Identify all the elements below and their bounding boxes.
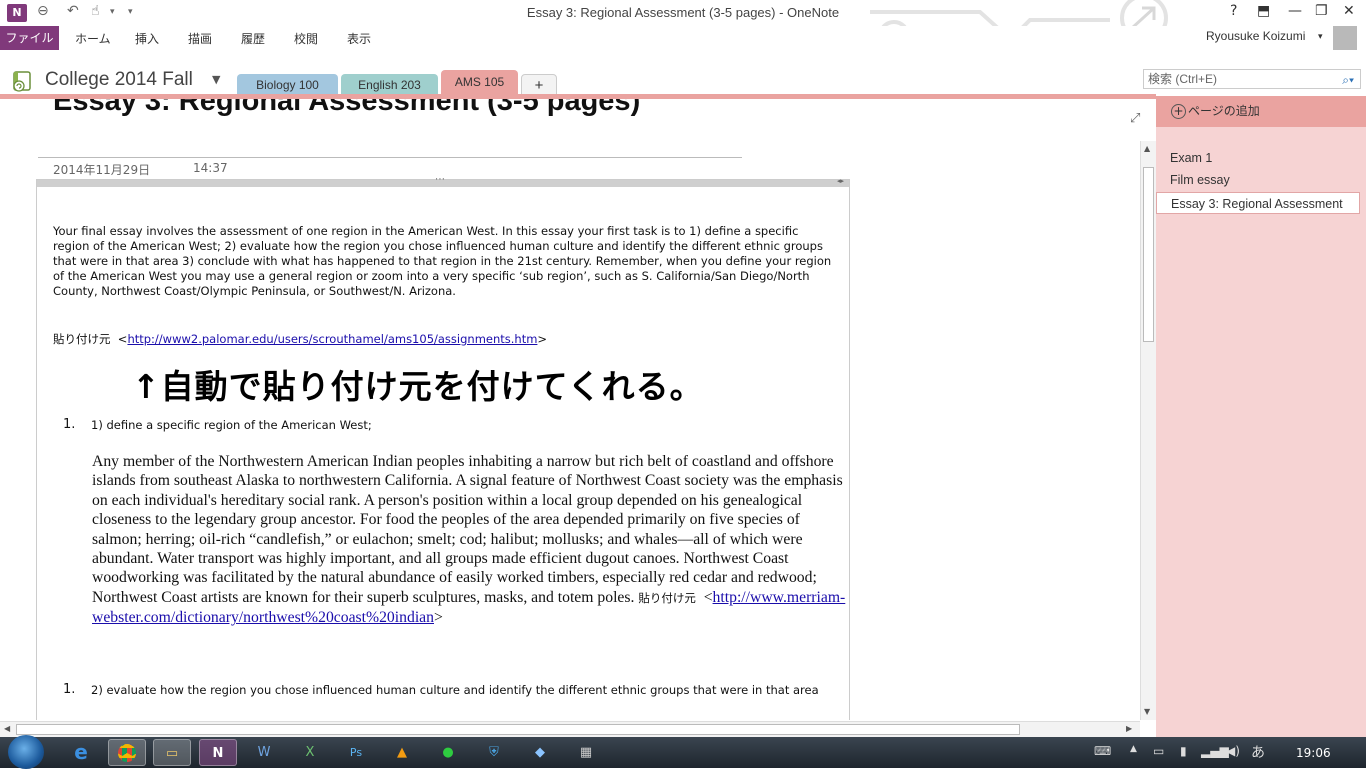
chevron-down-icon[interactable]: ▼ <box>212 73 220 86</box>
section-tab-ams[interactable]: AMS 105 <box>441 70 518 96</box>
ribbon-display-button[interactable]: ⬒ <box>1257 3 1270 19</box>
list-item-1-heading[interactable]: 1) define a specific region of the Ameri… <box>91 418 836 433</box>
section-tab-english[interactable]: English 203 <box>341 74 438 96</box>
item1-source-label: 貼り付け元 <box>638 590 696 605</box>
source-link[interactable]: http://www2.palomar.edu/users/scrouthame… <box>127 332 537 346</box>
avatar[interactable] <box>1333 26 1357 50</box>
notebook-name[interactable]: College 2014 Fall <box>45 69 193 91</box>
page-list-pane: + ページの追加 Exam 1 Film essay Essay 3: Regi… <box>1156 96 1366 737</box>
scroll-down-icon[interactable]: ▼ <box>1144 707 1150 716</box>
page-date: 2014年11月29日 <box>53 163 151 177</box>
list-item-2-heading[interactable]: 2) evaluate how the region you chose inf… <box>91 683 836 698</box>
add-page-label: ページの追加 <box>1188 104 1260 118</box>
note-container[interactable]: ⋯ ◂▸ Your final essay involves the asses… <box>36 174 850 720</box>
battery-icon[interactable]: ▮ <box>1180 744 1187 758</box>
ribbon-tabs: ファイル ホーム 挿入 描画 履歴 校閲 表示 Ryousuke Koizumi… <box>0 26 1366 50</box>
taskbar-clock[interactable]: 19:06 <box>1296 746 1331 760</box>
scroll-left-icon[interactable]: ◀ <box>4 724 10 733</box>
search-input[interactable]: 検索 (Ctrl+E) ⌕▾ <box>1143 69 1361 89</box>
add-page-button[interactable]: + ページの追加 <box>1156 96 1366 127</box>
help-button[interactable]: ? <box>1230 3 1237 19</box>
tray-expand-icon[interactable]: ▲ <box>1130 744 1137 754</box>
ime-indicator[interactable]: あ <box>1251 742 1265 762</box>
explorer-icon[interactable]: ▭ <box>153 739 191 766</box>
word-icon[interactable]: W <box>245 739 283 766</box>
list-number-2: 1. <box>63 682 76 697</box>
tab-view[interactable]: 表示 <box>347 30 371 47</box>
tab-insert[interactable]: 挿入 <box>135 30 159 47</box>
page-time: 14:37 <box>193 161 228 175</box>
source-label: 貼り付け元 <box>53 332 111 346</box>
photoshop-icon[interactable]: Ps <box>337 739 375 766</box>
app-icon[interactable]: ◆ <box>521 739 559 766</box>
drag-handle-icon[interactable]: ⋯ <box>435 174 445 185</box>
page-title[interactable]: Essay 3: Regional Assessment (3-5 pages) <box>53 99 753 119</box>
calculator-icon[interactable]: ▦ <box>567 739 605 766</box>
page-item-exam[interactable]: Exam 1 <box>1156 147 1360 169</box>
start-button[interactable] <box>8 735 44 769</box>
vlc-icon[interactable]: ▲ <box>383 739 421 766</box>
excel-icon[interactable]: X <box>291 739 329 766</box>
search-placeholder: 検索 (Ctrl+E) <box>1148 72 1218 86</box>
annotation-caption: ↑自動で貼り付け元を付けてくれる。 <box>132 367 704 406</box>
keyboard-icon[interactable]: ⌨ <box>1094 744 1111 758</box>
chrome-icon[interactable] <box>108 739 146 766</box>
intro-paragraph[interactable]: Your final essay involves the assessment… <box>53 224 838 299</box>
maximize-button[interactable]: ❐ <box>1315 3 1328 19</box>
tab-review[interactable]: 校閲 <box>294 30 318 47</box>
network-icon[interactable]: ▂▄▆ <box>1201 744 1229 758</box>
notebook-bar: College 2014 Fall ▼ Biology 100 English … <box>0 50 1366 96</box>
list-number-1: 1. <box>63 417 76 432</box>
list-item-1-body[interactable]: Any member of the Northwestern American … <box>92 452 848 628</box>
horizontal-scroll-thumb[interactable] <box>16 724 1020 735</box>
tab-file[interactable]: ファイル <box>0 26 59 50</box>
user-dropdown-icon[interactable]: ▾ <box>1318 32 1323 42</box>
minimize-button[interactable]: — <box>1288 3 1302 19</box>
notebook-icon[interactable] <box>11 70 35 94</box>
source-line: 貼り付け元 <http://www2.palomar.edu/users/scr… <box>53 332 548 346</box>
container-handle[interactable]: ⋯ ◂▸ <box>37 174 849 187</box>
volume-icon[interactable]: ◀) <box>1226 744 1240 758</box>
page-item-essay3[interactable]: Essay 3: Regional Assessment <box>1156 192 1360 214</box>
ie-icon[interactable]: e <box>62 739 100 766</box>
vertical-scrollbar[interactable]: ▲ ▼ <box>1140 141 1156 720</box>
add-icon: + <box>1171 104 1186 119</box>
title-underline <box>38 157 742 158</box>
tab-history[interactable]: 履歴 <box>241 30 265 47</box>
action-center-icon[interactable]: ▭ <box>1153 744 1164 758</box>
scroll-right-icon[interactable]: ▶ <box>1126 724 1132 733</box>
resize-handle-icon[interactable]: ◂▸ <box>837 177 844 185</box>
onenote-taskbar-icon[interactable]: N <box>199 739 237 766</box>
section-tab-biology[interactable]: Biology 100 <box>237 74 338 96</box>
page-canvas[interactable]: Essay 3: Regional Assessment (3-5 pages)… <box>0 99 1140 720</box>
close-button[interactable]: ✕ <box>1343 3 1355 19</box>
horizontal-scrollbar[interactable]: ◀ ▶ <box>0 721 1140 737</box>
item1-body-text: Any member of the Northwestern American … <box>92 453 843 606</box>
line-icon[interactable]: ● <box>429 739 467 766</box>
tab-draw[interactable]: 描画 <box>188 30 212 47</box>
security-shield-icon[interactable]: ⛨ <box>475 739 513 766</box>
user-name[interactable]: Ryousuke Koizumi <box>1206 29 1305 43</box>
vertical-scroll-thumb[interactable] <box>1143 167 1154 342</box>
taskbar: e ▭ N W X Ps ▲ ● ⛨ ◆ ▦ ⌨ ▲ ▭ ▮ ▂▄▆ ◀) あ … <box>0 735 1366 769</box>
scroll-up-icon[interactable]: ▲ <box>1144 144 1150 153</box>
add-section-button[interactable]: + <box>521 74 557 96</box>
tab-home[interactable]: ホーム <box>75 30 111 47</box>
expand-icon[interactable]: ⤢ <box>1130 111 1140 126</box>
search-icon[interactable]: ⌕▾ <box>1342 71 1354 89</box>
page-item-film[interactable]: Film essay <box>1156 169 1360 191</box>
